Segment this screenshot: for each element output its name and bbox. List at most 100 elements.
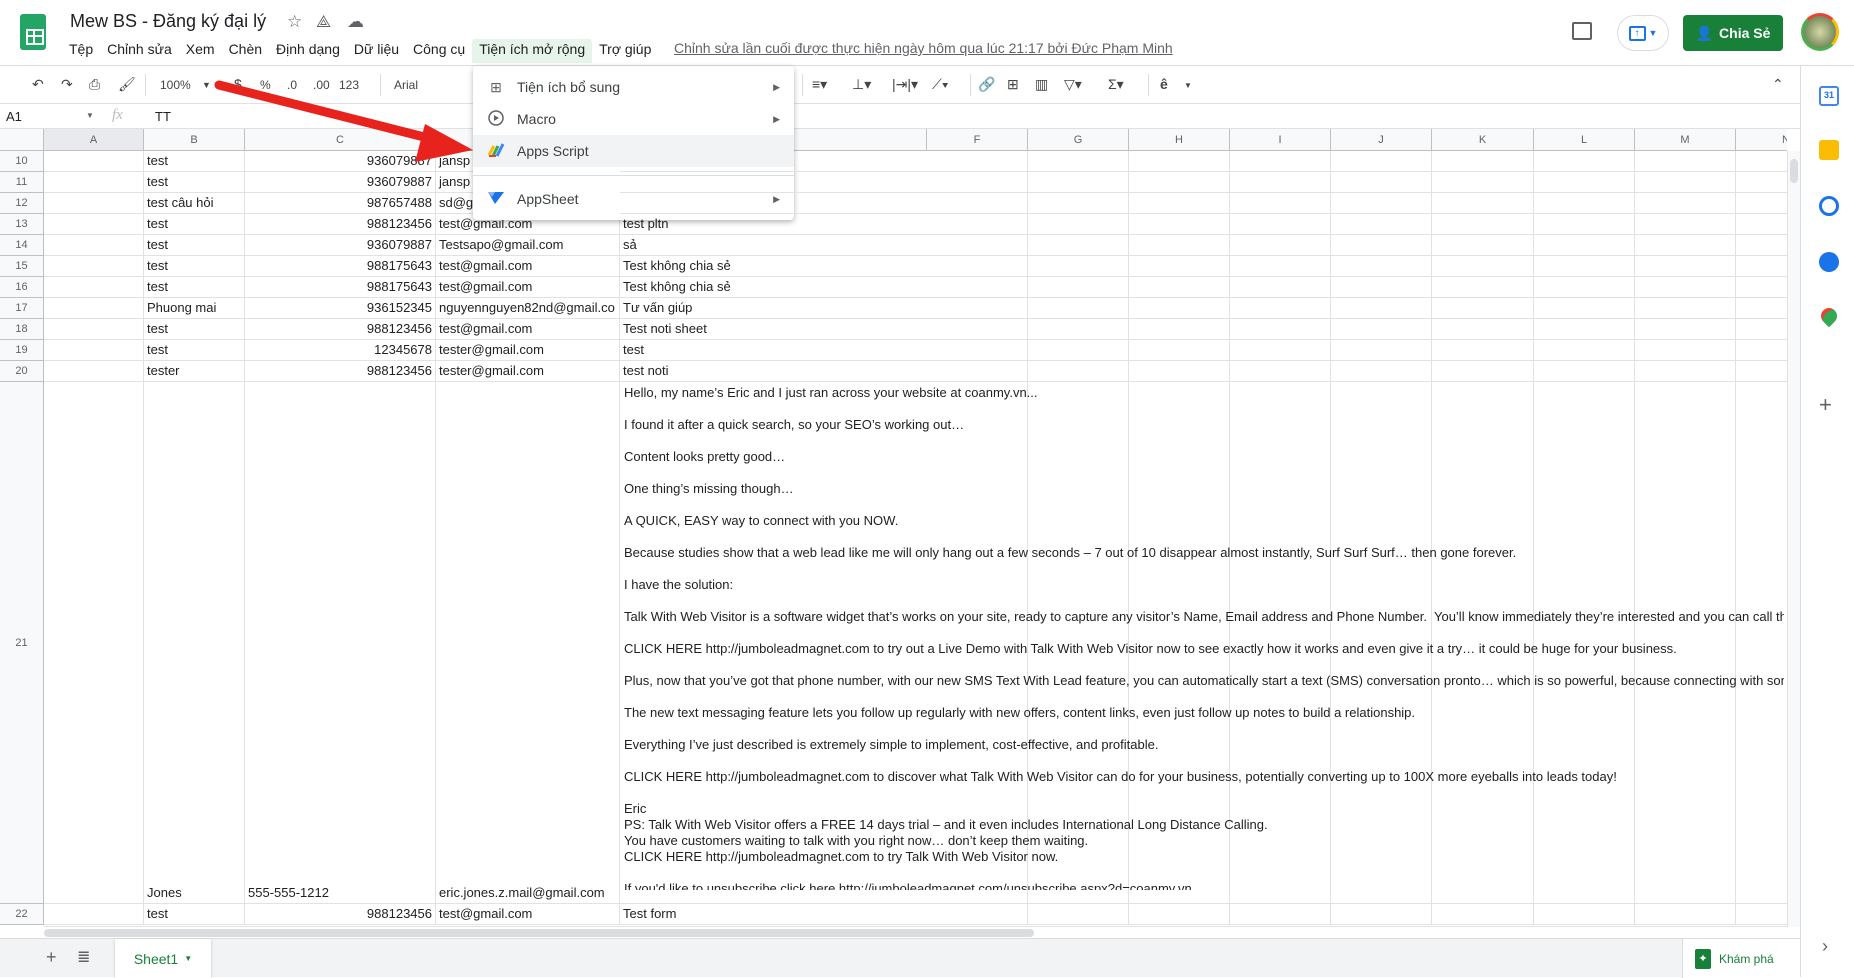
cell-B[interactable]: test — [144, 904, 245, 925]
sheets-logo-icon[interactable] — [20, 14, 46, 50]
decrease-decimal-button[interactable]: .0 — [287, 78, 297, 92]
cell[interactable] — [1432, 361, 1534, 382]
cell[interactable] — [1736, 319, 1787, 340]
cell-D[interactable]: test@gmail.com — [436, 904, 620, 925]
cell[interactable] — [1129, 298, 1230, 319]
document-title[interactable]: Mew BS - Đăng ký đại lý — [70, 11, 266, 32]
cell[interactable] — [1432, 277, 1534, 298]
insert-chart-icon[interactable]: ▥ — [1035, 76, 1048, 93]
cell-B[interactable]: test — [144, 235, 245, 256]
cell-C[interactable]: 988175643 — [245, 277, 436, 298]
link-icon[interactable]: 🔗 — [978, 76, 995, 93]
cell-E[interactable]: Test noti sheet — [620, 319, 927, 340]
row-header[interactable]: 10 — [0, 151, 44, 172]
cell-E[interactable] — [620, 172, 927, 193]
vertical-scrollbar[interactable] — [1787, 151, 1800, 927]
cell-B[interactable]: test — [144, 340, 245, 361]
cell[interactable] — [1129, 904, 1230, 925]
cell[interactable] — [44, 277, 144, 298]
cell[interactable] — [927, 340, 1028, 361]
cell-E[interactable]: Test không chia sẻ — [620, 256, 927, 277]
spreadsheet-grid[interactable]: ABCDEFGHIJKLMN10test936079887jansp11test… — [0, 129, 1787, 927]
cell[interactable] — [1331, 172, 1432, 193]
keep-icon[interactable] — [1819, 140, 1839, 160]
cell[interactable] — [927, 172, 1028, 193]
cell[interactable] — [44, 151, 144, 172]
cell-B[interactable]: test — [144, 214, 245, 235]
cell[interactable] — [1736, 172, 1787, 193]
menu-3[interactable]: Chèn — [222, 39, 269, 63]
vertical-align-icon[interactable]: ⊥▾ — [852, 76, 871, 93]
cell[interactable] — [1736, 256, 1787, 277]
select-all-corner[interactable] — [0, 129, 44, 151]
cell[interactable] — [1736, 361, 1787, 382]
cell[interactable] — [1331, 151, 1432, 172]
currency-button[interactable]: $ — [234, 76, 242, 92]
menu-6[interactable]: Công cụ — [406, 39, 472, 63]
menu-4[interactable]: Định dạng — [269, 39, 347, 63]
column-header-C[interactable]: C — [245, 129, 436, 151]
row-header[interactable]: 19 — [0, 340, 44, 361]
row-header[interactable]: 20 — [0, 361, 44, 382]
row-header[interactable]: 22 — [0, 904, 44, 925]
cell[interactable] — [1331, 235, 1432, 256]
cell-E[interactable]: test pltn — [620, 214, 927, 235]
cell[interactable] — [1230, 361, 1331, 382]
cell[interactable] — [1534, 256, 1635, 277]
cell[interactable] — [1028, 172, 1129, 193]
cell[interactable] — [1129, 256, 1230, 277]
cell[interactable] — [1028, 235, 1129, 256]
cell[interactable] — [1736, 298, 1787, 319]
cell-E[interactable]: Test không chia sẻ — [620, 277, 927, 298]
cloud-status-icon[interactable]: ☁ — [347, 12, 364, 32]
undo-icon[interactable]: ↶ — [32, 76, 44, 93]
chevron-right-icon[interactable]: › — [1822, 936, 1828, 957]
star-icon[interactable]: ☆ — [287, 12, 302, 32]
paint-format-icon[interactable]: 🖌 — [118, 76, 136, 93]
cell[interactable] — [1331, 214, 1432, 235]
cell-E[interactable]: Tư vấn giúp — [620, 298, 927, 319]
cell[interactable] — [1331, 193, 1432, 214]
cell[interactable] — [1028, 361, 1129, 382]
cell-C[interactable]: 12345678 — [245, 340, 436, 361]
row-header[interactable]: 12 — [0, 193, 44, 214]
add-sheet-icon[interactable]: + — [46, 947, 57, 968]
cell-D[interactable]: test@gmail.com — [436, 256, 620, 277]
cell[interactable] — [1331, 277, 1432, 298]
cell[interactable] — [1432, 193, 1534, 214]
cell-B[interactable]: test — [144, 172, 245, 193]
cell-D[interactable]: tester@gmail.com — [436, 340, 620, 361]
avatar[interactable] — [1801, 13, 1839, 51]
cell-C[interactable]: 936079887 — [245, 172, 436, 193]
all-sheets-icon[interactable]: ≣ — [77, 947, 90, 967]
cell-B[interactable]: test — [144, 277, 245, 298]
cell[interactable] — [1736, 340, 1787, 361]
cell[interactable] — [1635, 256, 1736, 277]
cell[interactable] — [1534, 904, 1635, 925]
cell[interactable] — [1432, 172, 1534, 193]
cell[interactable] — [44, 904, 144, 925]
cell[interactable] — [927, 193, 1028, 214]
cell-C[interactable]: 988123456 — [245, 319, 436, 340]
cell[interactable] — [1635, 172, 1736, 193]
cell[interactable] — [1432, 256, 1534, 277]
row-header[interactable]: 16 — [0, 277, 44, 298]
cell-D[interactable]: test@gmail.com — [436, 277, 620, 298]
text-wrap-icon[interactable]: |⇥|▾ — [892, 76, 918, 93]
cell[interactable] — [1635, 361, 1736, 382]
column-header-H[interactable]: H — [1129, 129, 1230, 151]
cell-E[interactable]: test noti — [620, 361, 927, 382]
formula-input[interactable]: TT — [155, 109, 171, 124]
cell[interactable] — [44, 382, 144, 904]
cell[interactable] — [1028, 904, 1129, 925]
cell[interactable] — [1331, 340, 1432, 361]
column-header-I[interactable]: I — [1230, 129, 1331, 151]
cell[interactable] — [1331, 319, 1432, 340]
cell[interactable] — [1534, 235, 1635, 256]
row-header[interactable]: 13 — [0, 214, 44, 235]
share-button[interactable]: 👤 Chia Sẻ — [1683, 15, 1783, 51]
cell[interactable] — [1028, 214, 1129, 235]
cell-C[interactable]: 988123456 — [245, 214, 436, 235]
column-header-F[interactable]: F — [927, 129, 1028, 151]
menu-1[interactable]: Chỉnh sửa — [100, 39, 179, 63]
